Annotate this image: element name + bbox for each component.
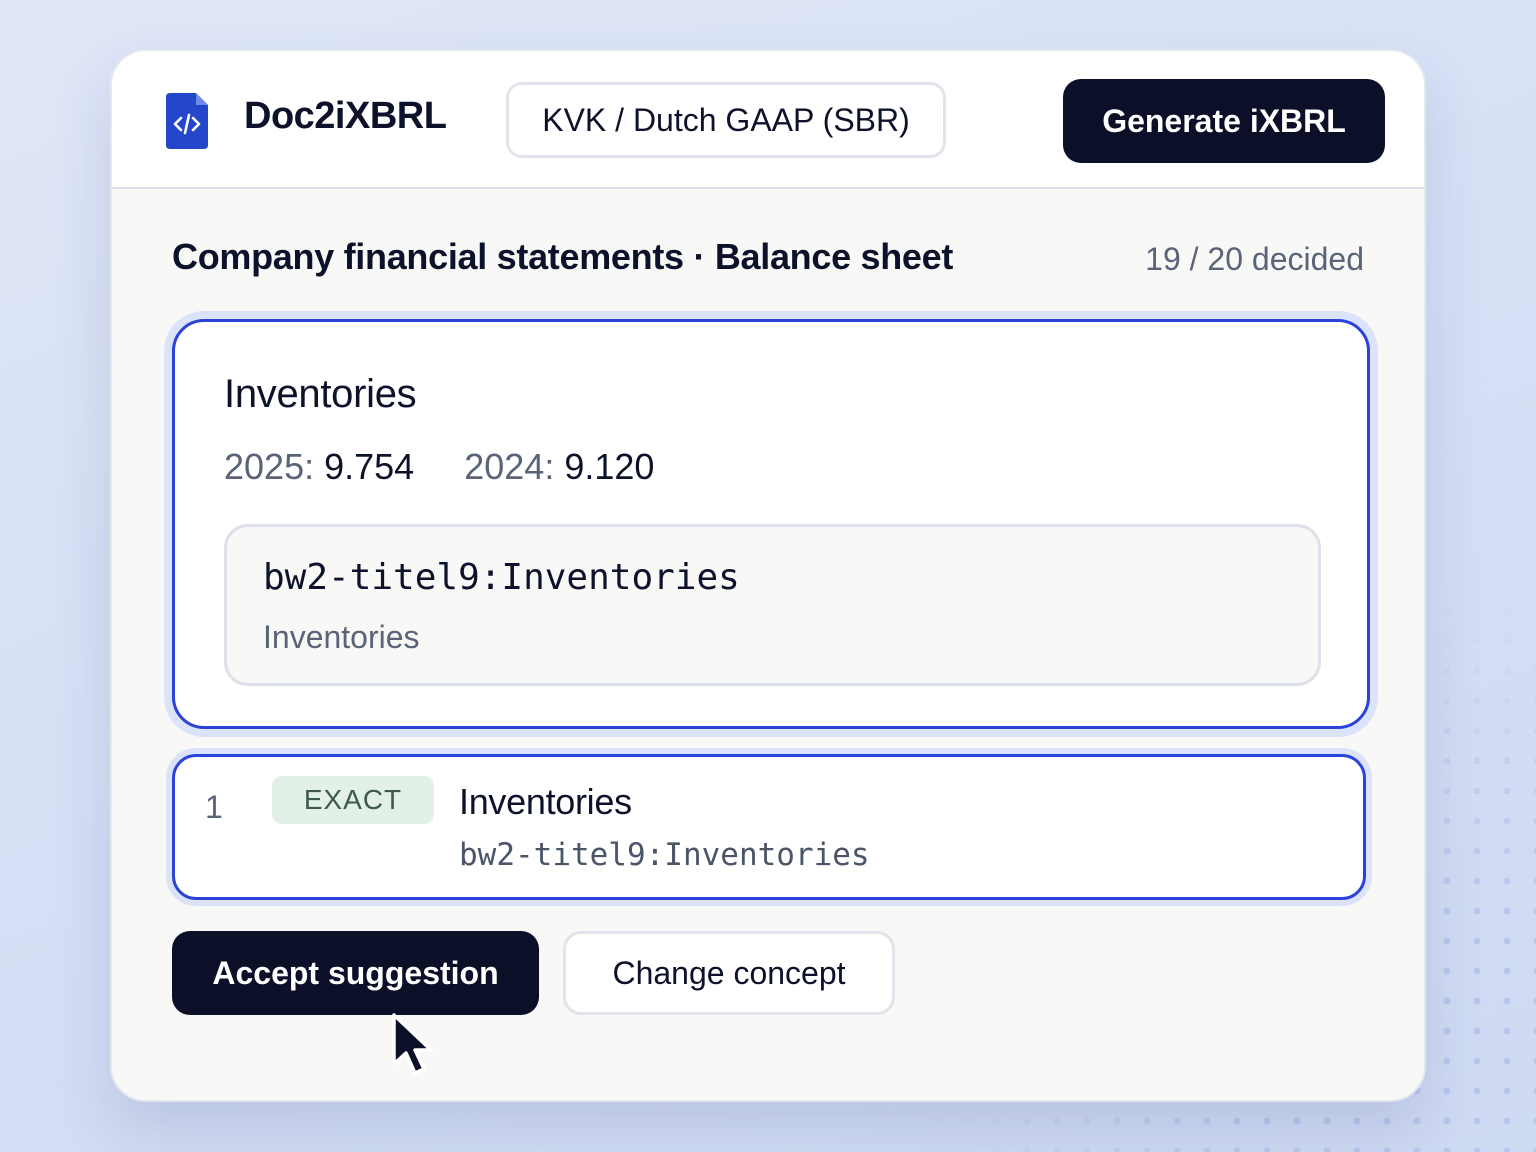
year-label: 2024: <box>464 446 555 487</box>
suggestion-rank: 1 <box>205 789 223 825</box>
suggestion-name: Inventories <box>459 781 632 822</box>
year-label: 2025: <box>224 446 315 487</box>
tagged-concept-box: bw2-titel9:Inventories Inventories <box>224 524 1321 686</box>
code-file-icon <box>166 93 208 149</box>
change-concept-button[interactable]: Change concept <box>563 931 895 1015</box>
match-badge: EXACT <box>272 776 434 824</box>
app-header: Doc2iXBRL KVK / Dutch GAAP (SBR) Generat… <box>112 51 1424 189</box>
suggestion-item[interactable]: 1 EXACT Inventories bw2-titel9:Inventori… <box>172 754 1366 900</box>
year-value: 9.754 <box>324 446 415 487</box>
accept-suggestion-button[interactable]: Accept suggestion <box>172 931 539 1015</box>
taxonomy-selector[interactable]: KVK / Dutch GAAP (SBR) <box>506 82 946 158</box>
generate-ixbrl-button[interactable]: Generate iXBRL <box>1063 79 1385 163</box>
suggestion-code: bw2-titel9:Inventories <box>459 837 870 873</box>
decision-progress: 19 / 20 decided <box>1145 241 1364 277</box>
tag-code: bw2-titel9:Inventories <box>263 557 740 598</box>
mouse-pointer-icon <box>392 1013 433 1075</box>
app-title: Doc2iXBRL <box>244 95 447 137</box>
concept-name: Inventories <box>224 372 417 416</box>
tag-label: Inventories <box>263 619 420 655</box>
current-concept-card: Inventories 2025: 9.754 2024: 9.120 bw2-… <box>172 319 1370 729</box>
year-value: 9.120 <box>564 446 655 487</box>
section-title: Company financial statements · Balance s… <box>172 236 954 277</box>
review-card: Doc2iXBRL KVK / Dutch GAAP (SBR) Generat… <box>110 49 1426 1102</box>
year-values: 2025: 9.754 2024: 9.120 <box>224 446 654 488</box>
